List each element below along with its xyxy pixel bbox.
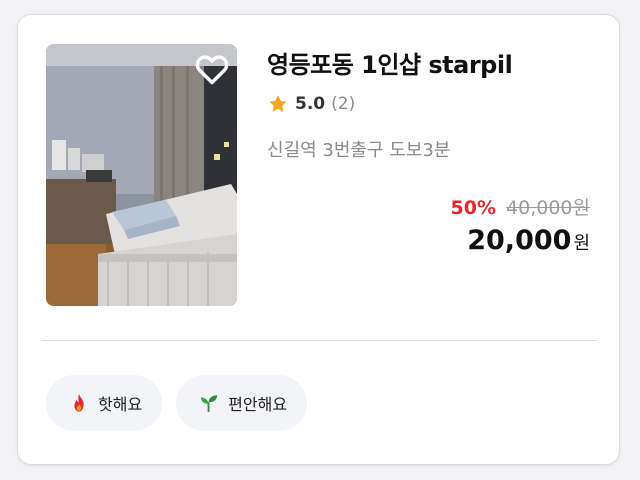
rating-row: 5.0 (2) <box>267 93 355 115</box>
sale-price-unit: 원 <box>573 233 590 254</box>
star-icon <box>269 95 287 112</box>
sale-price-row: 20,000 원 <box>467 225 590 256</box>
listing-card[interactable]: 영등포동 1인샵 starpil 5.0 (2) 신길역 3번출구 도보3분 5… <box>17 14 620 465</box>
discount-rate: 50% <box>450 197 497 219</box>
tag-hot[interactable]: 핫해요 <box>46 375 163 431</box>
listing-photo[interactable] <box>46 44 237 306</box>
listing-title[interactable]: 영등포동 1인샵 starpil <box>267 45 513 80</box>
original-price-row: 50% 40,000원 <box>451 193 590 220</box>
heart-outline-icon[interactable] <box>193 50 231 88</box>
tag-comfortable[interactable]: 편안해요 <box>176 375 308 431</box>
tag-list: 핫해요 편안해요 <box>46 375 308 431</box>
location-text: 신길역 3번출구 도보3분 <box>267 140 451 161</box>
tag-label: 편안해요 <box>228 395 288 414</box>
review-count: (2) <box>331 94 356 114</box>
rating-score: 5.0 <box>295 94 326 114</box>
original-price: 40,000원 <box>506 197 590 219</box>
sale-price: 20,000 <box>467 225 572 256</box>
leaf-sprout-icon <box>200 395 218 413</box>
fire-icon <box>74 393 84 412</box>
divider <box>42 340 597 341</box>
tag-label: 핫해요 <box>98 395 143 414</box>
